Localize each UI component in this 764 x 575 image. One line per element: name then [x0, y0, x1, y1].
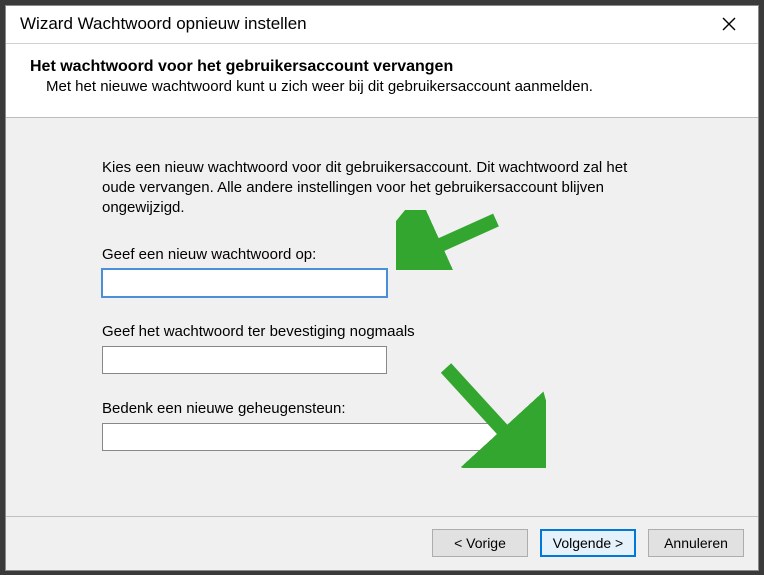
close-icon: [722, 17, 736, 31]
intro-text: Kies een nieuw wachtwoord voor dit gebru…: [102, 158, 662, 219]
wizard-content: Kies een nieuw wachtwoord voor dit gebru…: [6, 118, 758, 516]
wizard-footer: < Vorige Volgende > Annuleren: [6, 516, 758, 570]
wizard-dialog: Wizard Wachtwoord opnieuw instellen Het …: [5, 5, 759, 571]
new-password-input[interactable]: [102, 269, 387, 297]
titlebar: Wizard Wachtwoord opnieuw instellen: [6, 6, 758, 44]
hint-input[interactable]: [102, 423, 502, 451]
confirm-password-label: Geef het wachtwoord ter bevestiging nogm…: [102, 323, 730, 340]
close-button[interactable]: [708, 9, 750, 39]
header-heading: Het wachtwoord voor het gebruikersaccoun…: [30, 58, 734, 76]
new-password-label: Geef een nieuw wachtwoord op:: [102, 246, 730, 263]
confirm-password-input[interactable]: [102, 346, 387, 374]
wizard-header: Het wachtwoord voor het gebruikersaccoun…: [6, 44, 758, 118]
header-subheading: Met het nieuwe wachtwoord kunt u zich we…: [30, 78, 734, 95]
next-button[interactable]: Volgende >: [540, 529, 636, 557]
hint-label: Bedenk een nieuwe geheugensteun:: [102, 400, 730, 417]
cancel-button[interactable]: Annuleren: [648, 529, 744, 557]
back-button[interactable]: < Vorige: [432, 529, 528, 557]
window-title: Wizard Wachtwoord opnieuw instellen: [20, 14, 708, 34]
